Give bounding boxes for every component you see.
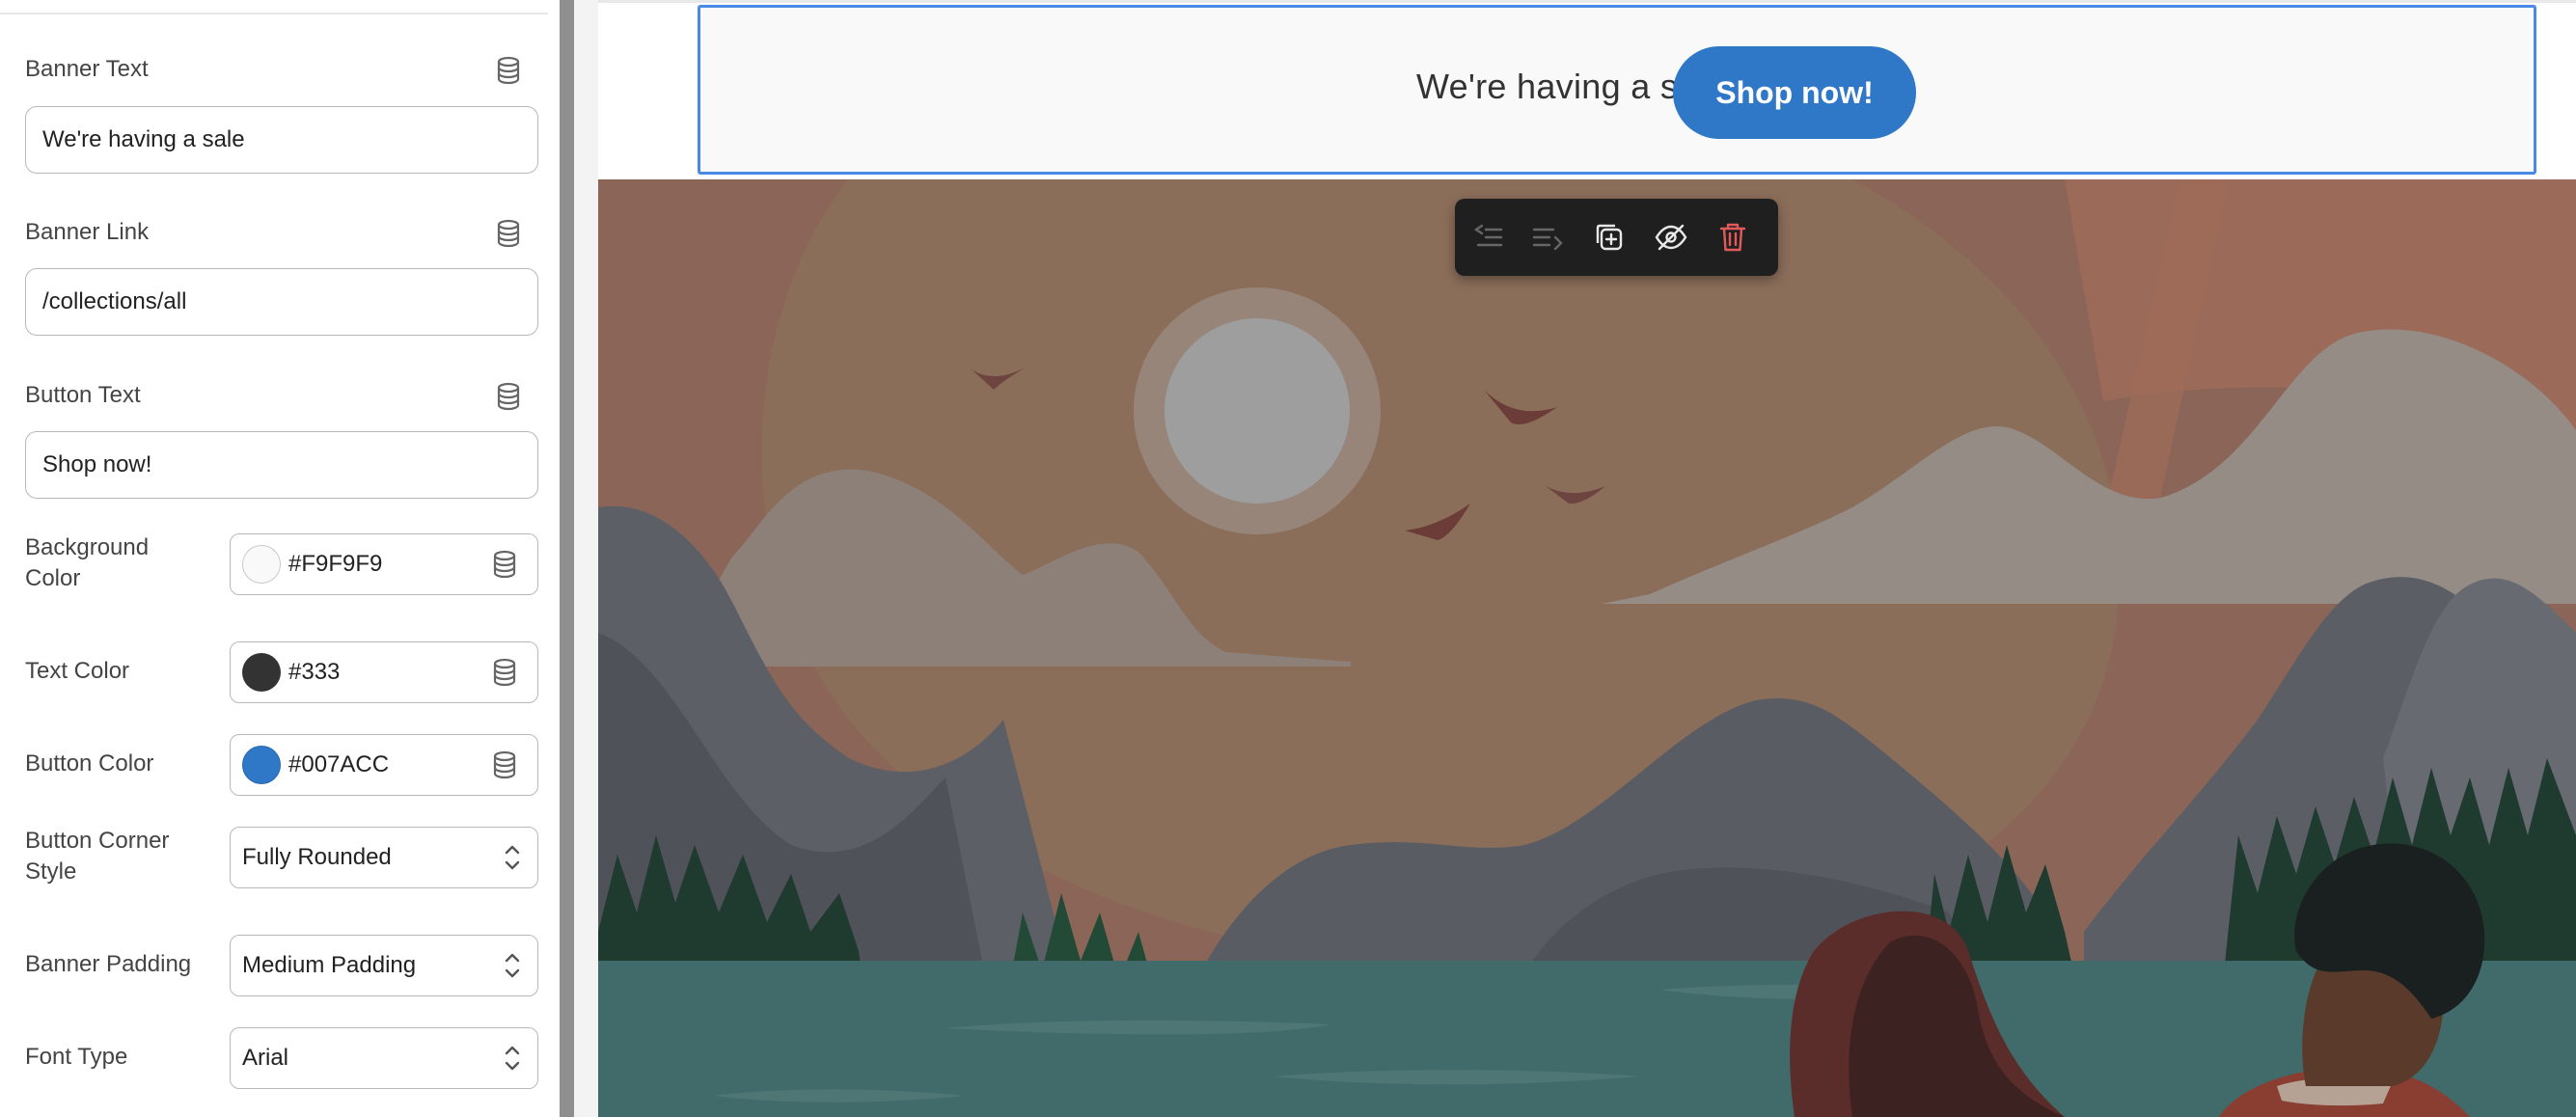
text-color-label: Text Color bbox=[25, 658, 130, 684]
panel-top-divider bbox=[0, 13, 548, 14]
button-text-label: Button Text bbox=[25, 382, 141, 408]
font-type-select[interactable]: Arial bbox=[230, 1027, 538, 1089]
select-arrows-icon bbox=[505, 1046, 520, 1071]
preview-top-divider bbox=[598, 0, 2576, 3]
button-color-input[interactable]: #007ACC bbox=[230, 734, 538, 796]
font-type-label: Font Type bbox=[25, 1044, 128, 1070]
background-color-label: Background Color bbox=[25, 532, 149, 594]
database-icon[interactable] bbox=[495, 382, 522, 411]
select-arrows-icon bbox=[505, 845, 520, 870]
hide-icon[interactable] bbox=[1650, 216, 1692, 259]
background-color-value[interactable]: #F9F9F9 bbox=[288, 534, 382, 594]
background-color-swatch[interactable] bbox=[242, 545, 281, 584]
button-text-input[interactable]: Shop now! bbox=[25, 431, 538, 499]
block-toolbar bbox=[1455, 199, 1778, 276]
button-corner-style-value[interactable]: Fully Rounded bbox=[242, 828, 392, 887]
button-color-value[interactable]: #007ACC bbox=[288, 735, 389, 795]
banner-link-input[interactable]: /collections/all bbox=[25, 268, 538, 336]
font-type-value[interactable]: Arial bbox=[242, 1028, 288, 1088]
button-corner-style-label: Button Corner Style bbox=[25, 826, 169, 887]
delete-icon[interactable] bbox=[1712, 216, 1754, 259]
shop-now-button[interactable]: Shop now! bbox=[1673, 46, 1916, 139]
button-corner-style-select[interactable]: Fully Rounded bbox=[230, 827, 538, 888]
database-icon[interactable] bbox=[491, 658, 518, 687]
select-arrows-icon bbox=[505, 953, 520, 978]
background-color-input[interactable]: #F9F9F9 bbox=[230, 533, 538, 595]
hero-illustration bbox=[598, 179, 2576, 1117]
background-color-label-line2: Color bbox=[25, 565, 81, 591]
text-color-input[interactable]: #333 bbox=[230, 641, 538, 703]
banner-padding-value[interactable]: Medium Padding bbox=[242, 936, 416, 995]
outdent-icon[interactable] bbox=[1468, 216, 1511, 259]
banner-link-label: Banner Link bbox=[25, 219, 150, 245]
panel-divider[interactable] bbox=[574, 0, 598, 1117]
panel-scrollbar[interactable] bbox=[560, 0, 574, 1117]
banner-text-label: Banner Text bbox=[25, 56, 149, 82]
database-icon[interactable] bbox=[495, 219, 522, 248]
text-color-value[interactable]: #333 bbox=[288, 642, 340, 702]
banner-padding-label: Banner Padding bbox=[25, 951, 192, 977]
banner-padding-select[interactable]: Medium Padding bbox=[230, 935, 538, 996]
button-color-label: Button Color bbox=[25, 750, 154, 776]
sale-banner[interactable]: We're having a sale Shop now! bbox=[698, 5, 2536, 175]
button-corner-style-label-line1: Button Corner bbox=[25, 828, 170, 854]
banner-text-input[interactable]: We're having a sale bbox=[25, 106, 538, 174]
text-color-swatch[interactable] bbox=[242, 653, 281, 692]
button-corner-style-label-line2: Style bbox=[25, 858, 77, 885]
duplicate-icon[interactable] bbox=[1588, 216, 1631, 259]
preview-canvas: We're having a sale Shop now! bbox=[598, 0, 2576, 1117]
database-icon[interactable] bbox=[491, 550, 518, 579]
indent-icon[interactable] bbox=[1526, 216, 1569, 259]
database-icon[interactable] bbox=[495, 56, 522, 85]
settings-panel: Banner Text We're having a sale Banner L… bbox=[0, 0, 560, 1117]
background-color-label-line1: Background bbox=[25, 534, 150, 560]
database-icon[interactable] bbox=[491, 750, 518, 779]
button-color-swatch[interactable] bbox=[242, 746, 281, 784]
